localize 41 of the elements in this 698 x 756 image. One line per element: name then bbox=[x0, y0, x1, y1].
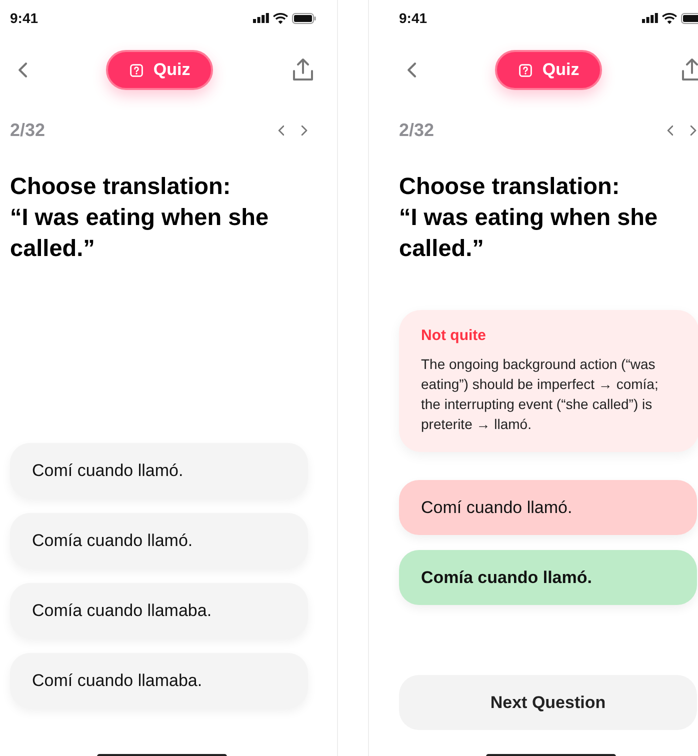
share-button[interactable] bbox=[292, 58, 314, 82]
question-counter: 2/32 bbox=[399, 120, 434, 141]
wifi-icon bbox=[662, 12, 677, 24]
answer-option[interactable]: Comía cuando llamaba. bbox=[10, 583, 308, 638]
next-question-button[interactable]: Next Question bbox=[399, 675, 697, 730]
quiz-button[interactable]: Quiz bbox=[495, 50, 602, 90]
question-text: Choose translation: “I was eating when she called.” bbox=[399, 172, 659, 263]
quiz-button[interactable]: Quiz bbox=[106, 50, 214, 90]
back-button[interactable] bbox=[18, 62, 28, 78]
answer-option[interactable]: Comía cuando llamó. bbox=[10, 513, 308, 568]
signal-icon bbox=[253, 13, 269, 23]
signal-icon bbox=[642, 13, 658, 23]
previous-button[interactable] bbox=[666, 125, 674, 136]
next-icon bbox=[690, 125, 697, 136]
question-icon bbox=[519, 64, 532, 76]
share-icon bbox=[681, 58, 698, 82]
wifi-icon bbox=[273, 12, 288, 24]
share-button[interactable] bbox=[681, 58, 698, 82]
back-button[interactable] bbox=[407, 62, 417, 78]
status-time: 9:41 bbox=[399, 10, 428, 26]
battery-icon bbox=[292, 12, 316, 24]
answer-option[interactable]: Comía cuando llamó. bbox=[399, 550, 697, 605]
answer-option[interactable]: Comí cuando llamó. bbox=[10, 443, 308, 498]
question-counter: 2/32 bbox=[10, 120, 46, 141]
back-icon bbox=[407, 62, 417, 78]
next-arrow-button[interactable] bbox=[301, 125, 308, 136]
question-text: Choose translation: “I was eating when she called.” bbox=[10, 172, 270, 263]
share-icon bbox=[292, 58, 314, 82]
feedback-title: Not quite bbox=[421, 327, 487, 344]
answer-option[interactable]: Comí cuando llamaba. bbox=[10, 653, 308, 708]
previous-button[interactable] bbox=[278, 125, 284, 136]
next-icon bbox=[301, 125, 308, 136]
question-icon bbox=[130, 64, 144, 76]
back-icon bbox=[18, 62, 28, 78]
previous-icon bbox=[666, 125, 674, 136]
previous-icon bbox=[278, 125, 284, 136]
feedback-text: The ongoing background action (“was eating”) should be imperfect → comía; the interrupting event (“she called”) is preterite → llamó. bbox=[421, 355, 660, 434]
status-time: 9:41 bbox=[10, 10, 38, 26]
battery-icon bbox=[681, 12, 698, 24]
next-arrow-button[interactable] bbox=[690, 125, 697, 136]
answer-option[interactable]: Comí cuando llamó. bbox=[399, 480, 697, 535]
